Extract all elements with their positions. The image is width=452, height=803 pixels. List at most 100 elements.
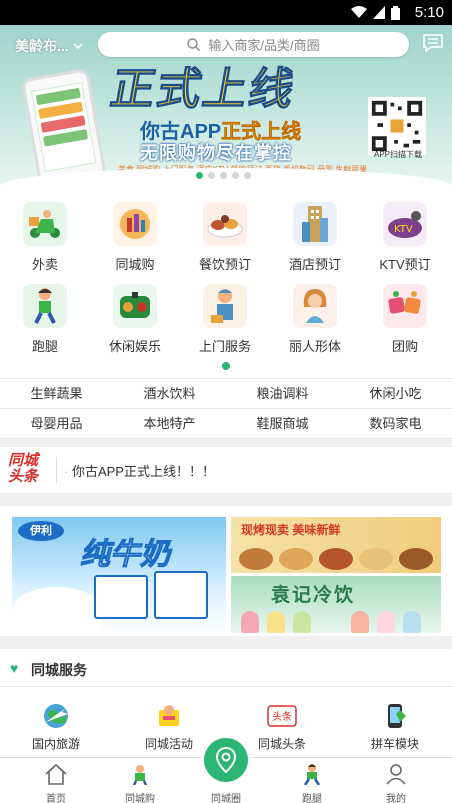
banner-dot[interactable] [244,172,251,179]
service-label: 同城活动 [144,737,193,751]
ice-cream-icon [267,611,285,633]
travel-icon [41,701,71,731]
grid-item-hotel[interactable]: 酒店预订 [270,196,360,276]
service-item-travel[interactable]: 国内旅游 [6,701,106,752]
bullet-icon: · [64,464,69,479]
category-link[interactable]: 本地特产 [113,409,226,438]
promo-snack[interactable]: 现烤现卖 美味新鲜 [231,517,441,573]
grid-item-city-shopping[interactable]: 同城购 [90,196,180,276]
group-buy-icon [383,284,427,328]
grid-item-beauty[interactable]: 丽人形体 [270,278,360,358]
ice-cream-icon [351,611,369,633]
category-link[interactable]: 鞋服商城 [226,409,339,438]
activity-icon [154,701,184,731]
section-header: ♥ 同城服务 [0,649,452,687]
battery-icon [391,5,400,20]
promo-cold-drinks[interactable]: 袁记冷饮 [231,576,441,633]
bread-icon [319,548,353,570]
svg-text:KTV: KTV [394,224,413,235]
service-item-news[interactable]: 头条 同城头条 [232,701,332,752]
leisure-icon [113,284,157,328]
snack-title: 现烤现卖 美味新鲜 [241,523,341,537]
grid-item-home-service[interactable]: 上门服务 [180,278,270,358]
home-icon [16,762,96,786]
grid-item-leisure[interactable]: 休闲娱乐 [90,278,180,358]
nav-label: 跑腿 [302,794,322,803]
grid-item-label: 外卖 [31,257,58,272]
bread-icon [279,548,313,570]
grid-item-errand[interactable]: 跑腿 [0,278,90,358]
grid-item-label: 丽人形体 [288,339,341,354]
category-link[interactable]: 数码家电 [339,409,452,438]
bread-icon [399,548,433,570]
ice-cream-icon [403,611,421,633]
hotel-icon [293,202,337,246]
chevron-down-icon [73,42,83,49]
nav-label: 首页 [46,794,66,803]
nav-errand[interactable]: 跑腿 [272,762,352,803]
headline-message: 你古APP正式上线！！！ [71,464,215,479]
headline-ticker[interactable]: 同城 头条 · 你古APP正式上线！！！ [0,447,452,493]
milk-product-name: 纯牛奶 [80,538,171,572]
beauty-icon [293,284,337,328]
promo-section: 伊利 纯牛奶 现烤现卖 美味新鲜 袁记冷饮 [0,506,452,636]
milk-splash [12,587,102,633]
category-link[interactable]: 母婴用品 [0,409,113,438]
service-label: 国内旅游 [31,737,80,751]
banner-dot[interactable] [220,172,227,179]
milk-box-icon [154,571,208,619]
banner-dot[interactable] [232,172,239,179]
grid-item-label: KTV预订 [379,257,431,272]
banner-dot[interactable] [208,172,215,179]
search-icon [187,38,201,51]
city-shopping-icon [113,202,157,246]
grid-item-takeout[interactable]: 外卖 [0,196,90,276]
location-pin-icon[interactable] [204,738,248,782]
service-item-activity[interactable]: 同城活动 [119,701,219,752]
city-shop-icon [100,762,180,786]
promo-milk[interactable]: 伊利 纯牛奶 [12,517,226,633]
qr-code-icon [368,97,426,155]
category-grid: 外卖 同城购 餐饮预订 酒店预订 KTV KTV预订 跑腿 休闲娱乐 上门服务 … [0,190,452,378]
grid-item-ktv[interactable]: KTV KTV预订 [360,196,450,276]
category-link[interactable]: 酒水饮料 [113,379,226,408]
location-selector[interactable]: 美龄布... [15,36,83,56]
category-row: 生鲜蔬果 酒水饮料 粮油调料 休闲小吃 [0,379,452,409]
nav-label: 我的 [386,794,406,803]
grid-item-label: 休闲娱乐 [108,339,161,354]
food-icon [203,202,247,246]
search-placeholder: 输入商家/品类/商圈 [208,38,320,53]
home-service-icon [203,284,247,328]
headline-logo-line2: 头条 [8,468,39,485]
bread-icon [239,548,273,570]
ktv-icon: KTV [383,202,427,246]
headline-text[interactable]: · 你古APP正式上线！！！ [64,461,215,480]
grid-item-label: 上门服务 [198,339,251,354]
service-item-carpool[interactable]: 拼车模块 [345,701,445,752]
category-link[interactable]: 休闲小吃 [339,379,452,408]
runner-icon [272,762,352,786]
nav-city-shop[interactable]: 同城购 [100,762,180,803]
grid-item-label: 跑腿 [31,339,58,354]
carpool-icon [380,701,410,731]
headline-logo-line1: 同城 [8,452,39,469]
category-link[interactable]: 生鲜蔬果 [0,379,113,408]
nav-home[interactable]: 首页 [16,762,96,803]
category-link[interactable]: 粮油调料 [226,379,339,408]
category-row: 母婴用品 本地特产 鞋服商城 数码家电 [0,409,452,439]
nav-profile[interactable]: 我的 [356,762,436,803]
heart-icon: ♥ [10,660,19,676]
banner-pagination [196,172,251,179]
category-list: 生鲜蔬果 酒水饮料 粮油调料 休闲小吃 母婴用品 本地特产 鞋服商城 数码家电 [0,378,452,439]
milk-brand-logo: 伊利 [18,521,64,541]
location-label: 美龄布... [15,38,69,54]
message-icon[interactable] [422,33,444,53]
nav-label[interactable]: 同城圈 [196,790,256,803]
news-icon: 头条 [267,701,297,731]
grid-item-dining[interactable]: 餐饮预订 [180,196,270,276]
banner-dot[interactable] [196,172,203,179]
ice-cream-icon [377,611,395,633]
grid-item-label: 餐饮预订 [198,257,251,272]
grid-item-group-buy[interactable]: 团购 [360,278,450,358]
search-bar[interactable]: 输入商家/品类/商圈 [98,32,409,57]
